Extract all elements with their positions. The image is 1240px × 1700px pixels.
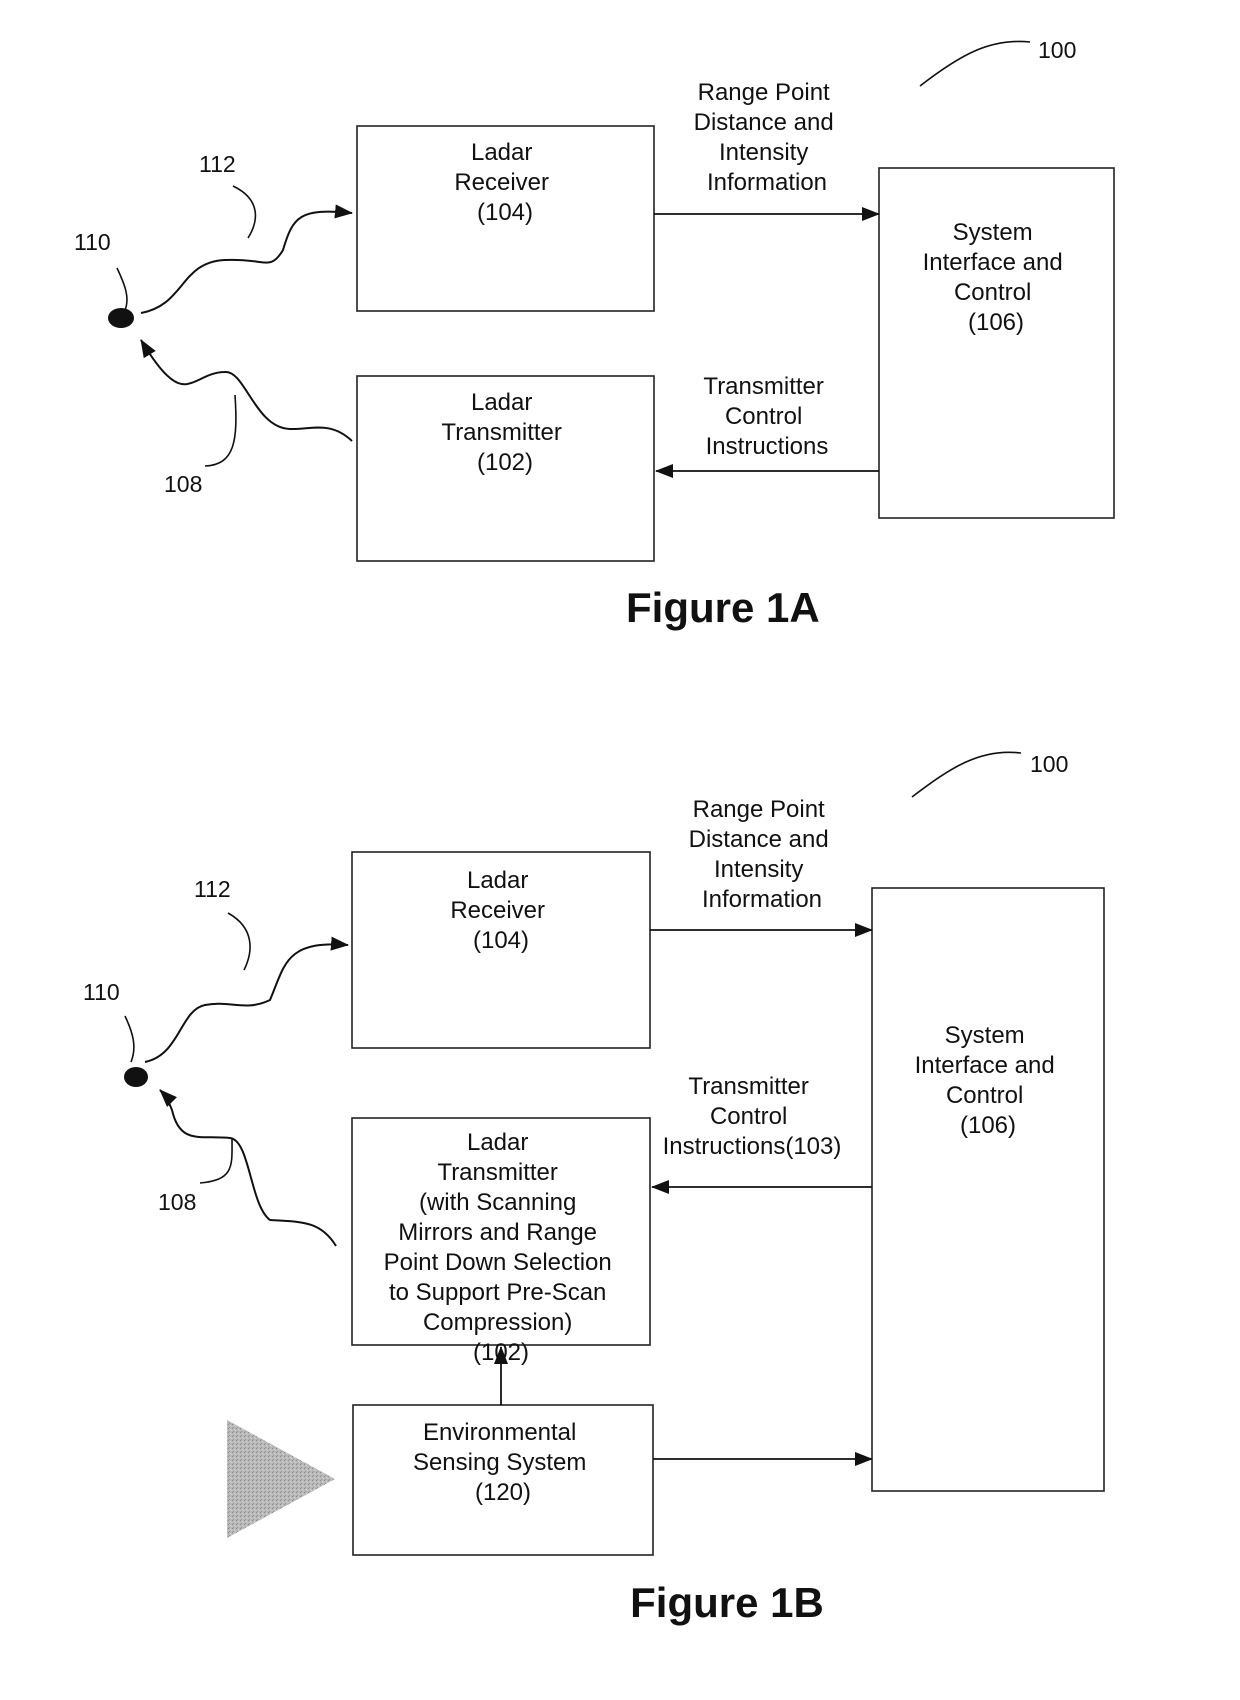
system-ref-label: 100	[1038, 37, 1076, 63]
control-instructions-label-1b: Transmitter Control Instructions(103)	[663, 1073, 842, 1160]
system-ref-leader-1b	[911, 751, 1022, 798]
return-ref-leader	[232, 185, 257, 239]
beam-ref-label-1b: 108	[158, 1189, 196, 1215]
sensor-input-triangle-icon	[227, 1420, 335, 1538]
range-info-label: Range Point Distance and Intensity Infor…	[694, 79, 841, 196]
system-ref-label-1b: 100	[1030, 751, 1068, 777]
control-instructions-label: Transmitter Control Instructions	[703, 373, 830, 460]
figure-1a: 100 Ladar Receiver (104) Ladar Transmitt…	[74, 37, 1115, 631]
return-ref-label-1b: 112	[194, 876, 231, 902]
system-ref-leader	[919, 40, 1031, 87]
return-signal-wave	[140, 204, 353, 314]
figure-1a-caption: Figure 1A	[626, 584, 820, 631]
system-interface-box-1b	[871, 887, 1105, 1492]
figure-1b-caption: Figure 1B	[630, 1579, 824, 1626]
target-point-icon-1b	[124, 1067, 148, 1087]
target-ref-label: 110	[74, 229, 111, 255]
beam-ref-leader-1b	[199, 1137, 233, 1184]
return-ref-label: 112	[199, 151, 236, 177]
target-point-icon	[108, 308, 134, 328]
return-ref-leader-1b	[227, 912, 251, 971]
outgoing-beam-wave	[140, 339, 353, 442]
return-signal-wave-1b	[144, 936, 349, 1063]
outgoing-beam-wave-1b	[159, 1089, 337, 1247]
range-info-label-1b: Range Point Distance and Intensity Infor…	[689, 796, 836, 913]
patent-diagram: 100 Ladar Receiver (104) Ladar Transmitt…	[74, 37, 1115, 1626]
beam-ref-leader	[204, 394, 237, 467]
target-ref-leader	[116, 267, 128, 311]
figure-1b: 100 Ladar Receiver (104) Ladar Transmitt…	[83, 751, 1105, 1626]
target-ref-leader-1b	[124, 1015, 135, 1063]
beam-ref-label: 108	[164, 471, 202, 497]
target-ref-label-1b: 110	[83, 979, 120, 1005]
